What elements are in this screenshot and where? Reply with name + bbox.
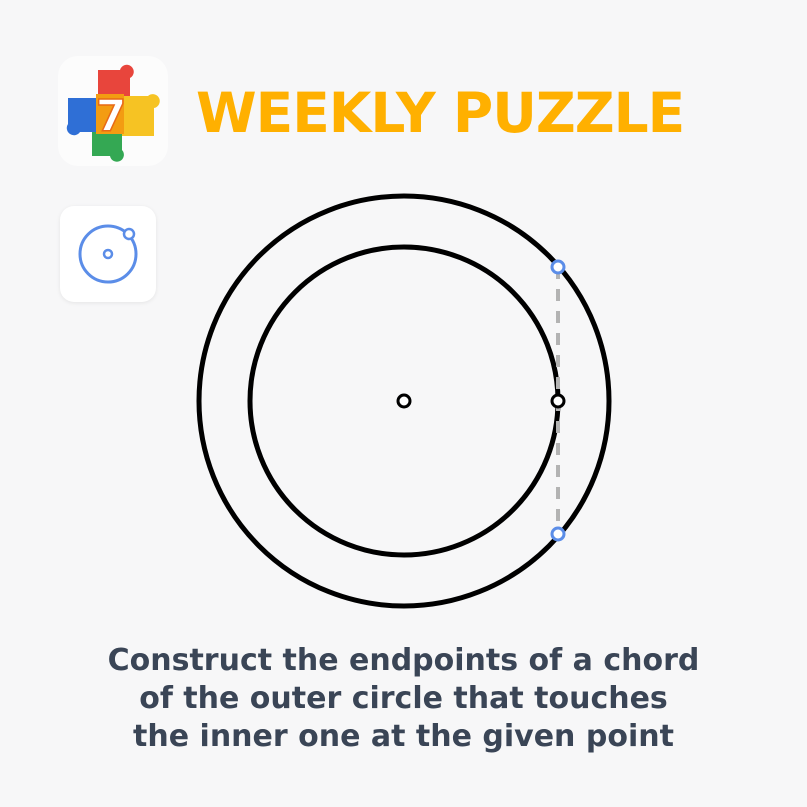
tangent-point[interactable] bbox=[550, 393, 566, 409]
chord-endpoint-top[interactable] bbox=[550, 259, 566, 275]
chord-endpoint-bottom[interactable] bbox=[550, 526, 566, 542]
center-point[interactable] bbox=[396, 393, 412, 409]
caption-line: the inner one at the given point bbox=[133, 719, 674, 754]
puzzle-caption: Construct the endpoints of a chord of th… bbox=[0, 642, 807, 756]
caption-line: of the outer circle that touches bbox=[139, 681, 668, 716]
caption-line: Construct the endpoints of a chord bbox=[107, 643, 700, 678]
